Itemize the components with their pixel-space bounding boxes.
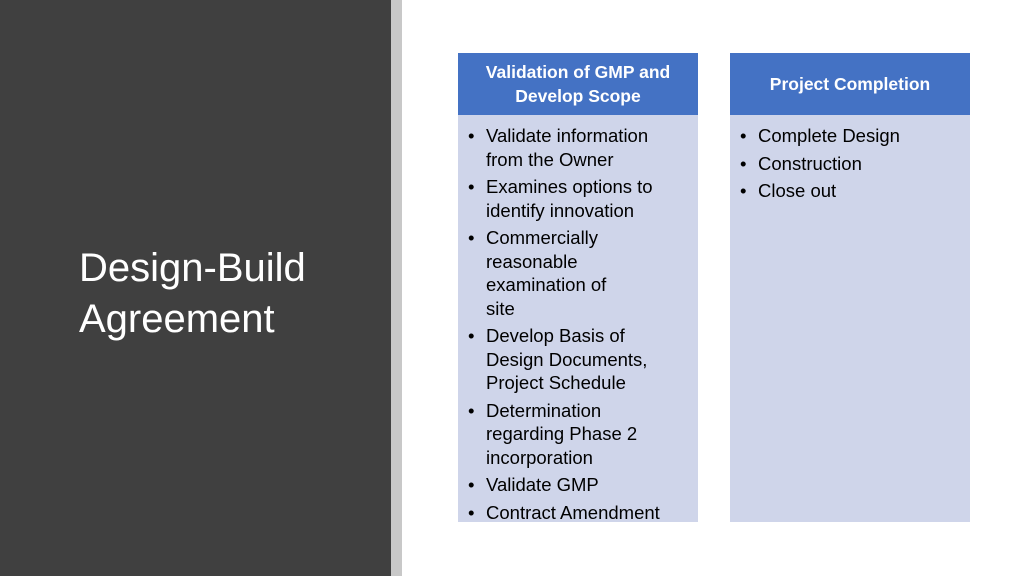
list-item: • Validate GMP [468,474,599,495]
list-item: • Examines options to identify innovation [468,176,653,221]
list-item: • Commercially reasonable examination of … [468,227,607,319]
list-item: • Develop Basis of Design Documents, Proj… [468,325,648,393]
bullet-icon: • [468,325,475,346]
bullet-list: • Complete Design • Construction • Close ou… [730,115,970,203]
bullet-icon: • [740,180,747,201]
bullet-icon: • [740,152,747,174]
bullet-icon: • [468,501,475,523]
bullet-icon: • [468,125,475,146]
list-item: • Close out [740,180,837,201]
slide-title: Design-Build Agreement [79,243,306,345]
bullet-icon: • [468,227,475,248]
bullet-icon: • [468,474,475,495]
list-item: • Determination regarding Phase 2 incorpo… [468,399,638,468]
bullet-list: • Validate information from the Owner • Ex… [458,115,698,524]
column-header: Validation of GMP and Develop Scope [458,53,698,115]
bullet-icon: • [468,176,475,197]
column-gmp-validation: Validation of GMP and Develop Scope • Val… [458,53,698,524]
list-item: • Complete Design [740,125,900,146]
column-header: Project Completion [730,53,970,115]
title-line-2: Agreement [79,297,275,341]
column-project-completion: Project Completion • Complete Design • Con… [730,53,970,522]
divider-bar [391,0,402,576]
bullet-icon: • [740,125,747,146]
title-line-1: Design-Build [79,246,306,290]
list-item: • Construction [740,152,862,174]
list-item: • Validate information from the Owner [468,125,649,170]
bullet-icon: • [468,399,475,421]
list-item: • Contract Amendment [468,501,660,523]
